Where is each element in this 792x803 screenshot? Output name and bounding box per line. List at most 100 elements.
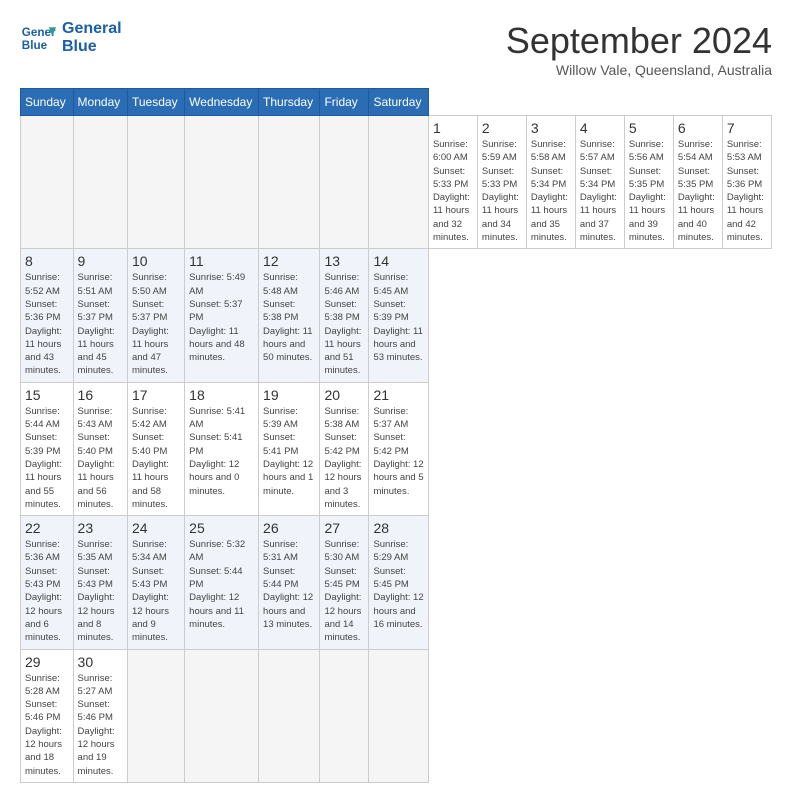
day-info: Sunrise: 5:49 AMSunset: 5:37 PMDaylight:… xyxy=(189,271,254,364)
day-cell-15: 15 Sunrise: 5:44 AMSunset: 5:39 PMDayligh… xyxy=(21,382,74,515)
day-info: Sunrise: 5:57 AMSunset: 5:34 PMDaylight:… xyxy=(580,138,620,244)
day-cell-28: 28Sunrise: 5:29 AMSunset: 5:45 PMDayligh… xyxy=(369,516,429,649)
logo: General Blue General Blue xyxy=(20,20,122,56)
title-block: September 2024 Willow Vale, Queensland, … xyxy=(506,20,772,78)
day-number: 4 xyxy=(580,120,620,136)
day-info: Sunrise: 6:00 AMSunset: 5:33 PMDaylight:… xyxy=(433,138,473,244)
day-info: Sunrise: 5:35 AMSunset: 5:43 PMDaylight:… xyxy=(78,538,123,644)
day-info: Sunrise: 5:41 AMSunset: 5:41 PMDaylight:… xyxy=(189,405,254,498)
day-cell-13: 13 Sunrise: 5:46 AMSunset: 5:38 PMDayligh… xyxy=(320,249,369,382)
day-info: Sunrise: 5:45 AMSunset: 5:39 PMDaylight:… xyxy=(373,271,424,364)
day-number: 6 xyxy=(678,120,718,136)
empty-cell xyxy=(127,116,184,249)
week-row-3: 15 Sunrise: 5:44 AMSunset: 5:39 PMDayligh… xyxy=(21,382,772,515)
day-cell-4: 4 Sunrise: 5:57 AMSunset: 5:34 PMDaylight… xyxy=(575,116,624,249)
day-cell-10: 10 Sunrise: 5:50 AMSunset: 5:37 PMDayligh… xyxy=(127,249,184,382)
month-title: September 2024 xyxy=(506,20,772,62)
day-cell-16: 16 Sunrise: 5:43 AMSunset: 5:40 PMDayligh… xyxy=(73,382,127,515)
day-cell-14: 14 Sunrise: 5:45 AMSunset: 5:39 PMDayligh… xyxy=(369,249,429,382)
day-number: 23 xyxy=(78,520,123,536)
empty-cell xyxy=(369,116,429,249)
day-info: Sunrise: 5:51 AMSunset: 5:37 PMDaylight:… xyxy=(78,271,123,377)
empty-cell xyxy=(259,116,320,249)
weekday-header-monday: Monday xyxy=(73,89,127,116)
day-number: 1 xyxy=(433,120,473,136)
day-info: Sunrise: 5:39 AMSunset: 5:41 PMDaylight:… xyxy=(263,405,315,498)
weekday-header-sunday: Sunday xyxy=(21,89,74,116)
day-number: 17 xyxy=(132,387,180,403)
day-number: 16 xyxy=(78,387,123,403)
day-number: 14 xyxy=(373,253,424,269)
day-info: Sunrise: 5:53 AMSunset: 5:36 PMDaylight:… xyxy=(727,138,767,244)
day-info: Sunrise: 5:50 AMSunset: 5:37 PMDaylight:… xyxy=(132,271,180,377)
week-row-4: 22Sunrise: 5:36 AMSunset: 5:43 PMDayligh… xyxy=(21,516,772,649)
day-number: 7 xyxy=(727,120,767,136)
day-number: 12 xyxy=(263,253,315,269)
day-cell-11: 11 Sunrise: 5:49 AMSunset: 5:37 PMDayligh… xyxy=(185,249,259,382)
day-info: Sunrise: 5:27 AMSunset: 5:46 PMDaylight:… xyxy=(78,672,123,778)
day-number: 28 xyxy=(373,520,424,536)
day-cell-26: 26 Sunrise: 5:31 AMSunset: 5:44 PMDayligh… xyxy=(259,516,320,649)
weekday-header-tuesday: Tuesday xyxy=(127,89,184,116)
day-number: 19 xyxy=(263,387,315,403)
day-cell-2: 2 Sunrise: 5:59 AMSunset: 5:33 PMDaylight… xyxy=(477,116,526,249)
day-cell-5: 5 Sunrise: 5:56 AMSunset: 5:35 PMDaylight… xyxy=(624,116,673,249)
empty-cell xyxy=(21,116,74,249)
day-info: Sunrise: 5:32 AMSunset: 5:44 PMDaylight:… xyxy=(189,538,254,631)
weekday-header-friday: Friday xyxy=(320,89,369,116)
empty-cell xyxy=(369,649,429,782)
day-cell-3: 3Sunrise: 5:58 AMSunset: 5:34 PMDaylight… xyxy=(526,116,575,249)
day-info: Sunrise: 5:43 AMSunset: 5:40 PMDaylight:… xyxy=(78,405,123,511)
day-cell-17: 17 Sunrise: 5:42 AMSunset: 5:40 PMDayligh… xyxy=(127,382,184,515)
day-info: Sunrise: 5:38 AMSunset: 5:42 PMDaylight:… xyxy=(324,405,364,511)
day-number: 15 xyxy=(25,387,69,403)
weekday-header-row: SundayMondayTuesdayWednesdayThursdayFrid… xyxy=(21,89,772,116)
day-number: 21 xyxy=(373,387,424,403)
logo-line2: Blue xyxy=(62,38,122,56)
empty-cell xyxy=(320,116,369,249)
day-cell-20: 20 Sunrise: 5:38 AMSunset: 5:42 PMDayligh… xyxy=(320,382,369,515)
day-info: Sunrise: 5:30 AMSunset: 5:45 PMDaylight:… xyxy=(324,538,364,644)
day-cell-12: 12 Sunrise: 5:48 AMSunset: 5:38 PMDayligh… xyxy=(259,249,320,382)
logo-icon: General Blue xyxy=(20,20,56,56)
week-row-1: 1 Sunrise: 6:00 AMSunset: 5:33 PMDaylight… xyxy=(21,116,772,249)
empty-cell xyxy=(259,649,320,782)
day-number: 26 xyxy=(263,520,315,536)
day-number: 20 xyxy=(324,387,364,403)
day-info: Sunrise: 5:37 AMSunset: 5:42 PMDaylight:… xyxy=(373,405,424,498)
day-number: 8 xyxy=(25,253,69,269)
day-number: 2 xyxy=(482,120,522,136)
day-cell-21: 21 Sunrise: 5:37 AMSunset: 5:42 PMDayligh… xyxy=(369,382,429,515)
empty-cell xyxy=(73,116,127,249)
day-info: Sunrise: 5:48 AMSunset: 5:38 PMDaylight:… xyxy=(263,271,315,364)
day-info: Sunrise: 5:31 AMSunset: 5:44 PMDaylight:… xyxy=(263,538,315,631)
day-number: 30 xyxy=(78,654,123,670)
day-cell-1: 1 Sunrise: 6:00 AMSunset: 5:33 PMDaylight… xyxy=(428,116,477,249)
day-cell-24: 24Sunrise: 5:34 AMSunset: 5:43 PMDayligh… xyxy=(127,516,184,649)
day-cell-25: 25 Sunrise: 5:32 AMSunset: 5:44 PMDayligh… xyxy=(185,516,259,649)
day-number: 5 xyxy=(629,120,669,136)
day-number: 9 xyxy=(78,253,123,269)
page-header: General Blue General Blue September 2024… xyxy=(20,20,772,78)
empty-cell xyxy=(320,649,369,782)
day-info: Sunrise: 5:56 AMSunset: 5:35 PMDaylight:… xyxy=(629,138,669,244)
day-number: 25 xyxy=(189,520,254,536)
day-cell-8: 8Sunrise: 5:52 AMSunset: 5:36 PMDaylight… xyxy=(21,249,74,382)
day-cell-30: 30 Sunrise: 5:27 AMSunset: 5:46 PMDayligh… xyxy=(73,649,127,782)
day-cell-6: 6Sunrise: 5:54 AMSunset: 5:35 PMDaylight… xyxy=(673,116,722,249)
day-info: Sunrise: 5:46 AMSunset: 5:38 PMDaylight:… xyxy=(324,271,364,377)
day-info: Sunrise: 5:58 AMSunset: 5:34 PMDaylight:… xyxy=(531,138,571,244)
day-number: 10 xyxy=(132,253,180,269)
logo-line1: General xyxy=(62,20,122,38)
day-info: Sunrise: 5:42 AMSunset: 5:40 PMDaylight:… xyxy=(132,405,180,511)
day-cell-29: 29Sunrise: 5:28 AMSunset: 5:46 PMDayligh… xyxy=(21,649,74,782)
day-info: Sunrise: 5:59 AMSunset: 5:33 PMDaylight:… xyxy=(482,138,522,244)
day-number: 18 xyxy=(189,387,254,403)
day-number: 11 xyxy=(189,253,254,269)
calendar-table: SundayMondayTuesdayWednesdayThursdayFrid… xyxy=(20,88,772,783)
day-info: Sunrise: 5:44 AMSunset: 5:39 PMDaylight:… xyxy=(25,405,69,511)
day-number: 24 xyxy=(132,520,180,536)
empty-cell xyxy=(185,649,259,782)
day-info: Sunrise: 5:36 AMSunset: 5:43 PMDaylight:… xyxy=(25,538,69,644)
day-number: 13 xyxy=(324,253,364,269)
